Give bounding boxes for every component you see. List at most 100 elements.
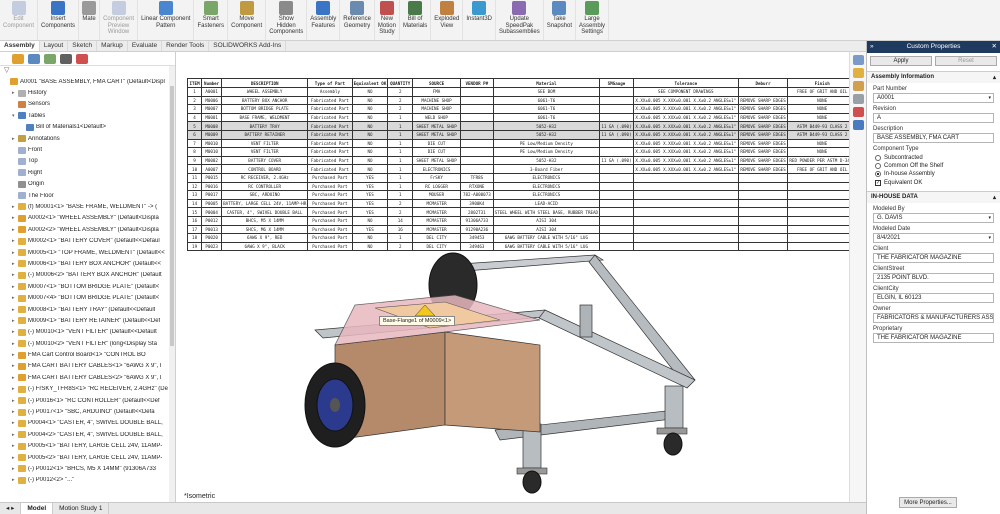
- tree-node[interactable]: Sensors: [4, 99, 175, 110]
- ribbon-button[interactable]: Reference Geometry: [340, 0, 375, 40]
- tree-node[interactable]: Bill of Materials1<Default>: [4, 122, 175, 133]
- proprietary-field[interactable]: THE FABRICATOR MAGAZINE: [873, 333, 994, 343]
- tree-node[interactable]: ▸ (f) M0001<1> "BASE FRAME, WELDMENT" -> …: [4, 201, 175, 212]
- client-city-field[interactable]: ELGIN, IL 60123: [873, 293, 994, 303]
- tree-node[interactable]: ▸ (-) P0012<1> "BHCS, M5 X 14MM" (91306A7…: [4, 463, 175, 474]
- collapse-icon[interactable]: ▴: [993, 74, 996, 81]
- bom-column-header[interactable]: Number: [201, 78, 223, 88]
- tree-node[interactable]: ▸ M0007<1> "BOTTOM BRIDGE PLATE" (Default…: [4, 281, 175, 292]
- table-row[interactable]: 2 M0006 BATTERY BOX ANCHOR Fabricated Part N…: [186, 95, 857, 106]
- bill-of-materials-table[interactable]: ITEM Number DESCRIPTION Type of Part Equival…: [186, 78, 857, 252]
- calendar-dropdown-icon[interactable]: ▾: [988, 234, 991, 242]
- tree-node[interactable]: ▸ FMA Cart Control Board<1> "CONTROL BO: [4, 349, 175, 360]
- radio-icon[interactable]: [875, 163, 881, 169]
- solidworks-resources-icon[interactable]: [852, 55, 864, 65]
- more-properties-button[interactable]: More Properties...: [899, 497, 957, 508]
- tree-node[interactable]: Top: [4, 156, 175, 167]
- tree-node[interactable]: ▸ P0005<2> "BATTERY, LARGE CELL 24V, 11AM…: [4, 452, 175, 463]
- tree-node[interactable]: Front: [4, 144, 175, 155]
- modeled-date-field[interactable]: 8/4/2021 ▾: [873, 233, 994, 243]
- radio-in-house-assembly[interactable]: In-house Assembly: [867, 169, 1000, 177]
- table-row[interactable]: 12 P0016 RC CONTROLLER Purchased Part YES 1 RC…: [186, 181, 857, 192]
- command-tab[interactable]: Evaluate: [128, 41, 163, 51]
- tree-node[interactable]: ▸ Annotations: [4, 133, 175, 144]
- checkbox-checked-icon[interactable]: ✓: [875, 180, 881, 186]
- table-row[interactable]: 18 P0020 6AWG X 9", RED Purchased Part NO 1 DE…: [186, 233, 857, 243]
- tree-node[interactable]: ▸ P0004<2> "CASTER, 4", SWIVEL DOUBLE BAL…: [4, 429, 175, 440]
- close-icon[interactable]: ✕: [992, 41, 997, 53]
- client-field[interactable]: THE FABRICATOR MAGAZINE: [873, 253, 994, 263]
- bom-column-header[interactable]: QUANTITY: [387, 78, 414, 88]
- tree-node[interactable]: A0001 "BASE ASSEMBLY, FMA CART" (Default…: [4, 76, 175, 87]
- table-row[interactable]: 1 A0001 WHEEL ASSEMBLY Assembly NO 2 FMA SEE BO…: [186, 87, 857, 97]
- tree-node[interactable]: ▸ P0005<1> "BATTERY, LARGE CELL 24V, 11AM…: [4, 441, 175, 452]
- ribbon-button[interactable]: Linear Component Pattern: [138, 0, 195, 40]
- table-row[interactable]: 6 M0009 BATTERY RETAINER Fabricated Part NO 1…: [186, 129, 857, 140]
- assembly-information-section[interactable]: Assembly Information ▴: [867, 71, 1000, 83]
- tree-node[interactable]: Origin: [4, 179, 175, 190]
- dimxpert-tab-icon[interactable]: [60, 54, 72, 64]
- ribbon-button[interactable]: Instant3D: [463, 0, 496, 40]
- table-row[interactable]: 5 M0008 BATTERY TRAY Fabricated Part NO 1 SHEE…: [186, 121, 857, 131]
- bom-column-header[interactable]: Finish: [787, 78, 857, 88]
- table-row[interactable]: 4 M0001 BASE FRAME, WELDMENT Fabricated Par…: [186, 112, 857, 123]
- table-row[interactable]: 11 P0015 RC RECEIVER, 2.4GHz Purchased Part…: [186, 172, 857, 183]
- bottom-tab[interactable]: Model: [21, 503, 54, 514]
- design-library-icon[interactable]: [852, 68, 864, 78]
- bom-column-header[interactable]: VENDOR P#: [460, 78, 494, 88]
- ribbon-button[interactable]: Edit Component: [0, 0, 39, 40]
- tree-node[interactable]: ▸ (-) P0016<1> "RC CONTROLLER" (Default<<…: [4, 395, 175, 406]
- command-tab[interactable]: Render Tools: [162, 41, 210, 51]
- tree-node[interactable]: ▾ Tables: [4, 110, 175, 121]
- ribbon-button[interactable]: Update SpeedPak Subassemblies: [496, 0, 544, 40]
- table-row[interactable]: 10 A0007 CONTROL BOARD Fabricated Part NO 1 EL…: [186, 164, 857, 174]
- tree-node[interactable]: ▸ A0002<1> "WHEEL ASSEMBLY" (Default<Disp…: [4, 213, 175, 224]
- tree-node[interactable]: ▸ M0007<4> "BOTTOM BRIDGE PLATE" (Default…: [4, 292, 175, 303]
- ribbon-button[interactable]: Exploded View: [431, 0, 464, 40]
- part-number-field[interactable]: A0001 ▾: [873, 93, 994, 103]
- appearances-icon[interactable]: [852, 107, 864, 117]
- command-tab[interactable]: Assembly: [0, 41, 40, 51]
- tree-filter-icon[interactable]: ▽: [0, 66, 175, 76]
- radio-selected-icon[interactable]: [875, 171, 881, 177]
- ribbon-button[interactable]: Take Snapshot: [544, 0, 577, 40]
- bom-column-header[interactable]: Tolerance: [632, 78, 739, 88]
- tree-node[interactable]: ▸ M0002<1> "BATTERY COVER" (Default<<Defa…: [4, 235, 175, 246]
- file-explorer-icon[interactable]: [852, 81, 864, 91]
- bom-column-header[interactable]: Material: [492, 78, 601, 88]
- property-manager-tab-icon[interactable]: [28, 54, 40, 64]
- graphics-area[interactable]: ITEM Number DESCRIPTION Type of Part Equival…: [177, 52, 866, 502]
- modeled-by-field[interactable]: G. DAVIS ▾: [873, 213, 994, 223]
- tree-node[interactable]: ▸ (-) P0012<2> "...": [4, 475, 175, 486]
- bom-column-header[interactable]: Type of Part: [307, 78, 353, 88]
- display-manager-tab-icon[interactable]: [76, 54, 88, 64]
- client-street-field[interactable]: 2135 POINT BLVD.: [873, 273, 994, 283]
- revision-field[interactable]: A: [873, 113, 994, 123]
- command-tab[interactable]: Sketch: [68, 41, 98, 51]
- bottom-tab[interactable]: Motion Study 1: [53, 503, 110, 514]
- tree-node[interactable]: ▸ (-) M0010<1> "VENT FILTER" (Default<<De…: [4, 327, 175, 338]
- ribbon-button[interactable]: New Motion Study: [375, 0, 400, 40]
- bom-column-header[interactable]: SMGauge: [599, 78, 634, 88]
- table-row[interactable]: 15 P0004 CASTER, 4", SWIVEL DOUBLE BALL Pur…: [186, 207, 857, 217]
- tree-node[interactable]: ▸ (-) P0017<1> "SBC, ARDUINO" (Default<<D…: [4, 406, 175, 417]
- in-house-data-section[interactable]: IN-HOUSE DATA ▴: [867, 191, 1000, 203]
- tree-node[interactable]: Right: [4, 167, 175, 178]
- ribbon-button[interactable]: Bill of Materials: [400, 0, 432, 40]
- tree-node[interactable]: ▸ M0008<1> "BATTERY TRAY" (Default<<Defau…: [4, 304, 175, 315]
- apply-button[interactable]: Apply: [870, 56, 932, 66]
- table-row[interactable]: 8 M0010 VENT FILTER Fabricated Part NO 1 DIE C…: [186, 147, 857, 157]
- ribbon-button[interactable]: Move Component: [228, 0, 267, 40]
- table-row[interactable]: 3 M0007 BOTTOM BRIDGE PLATE Fabricated Part…: [186, 104, 857, 114]
- tree-node[interactable]: ▸ FMA CART BATTERY CABLES<1> "6AWG X 9", …: [4, 361, 175, 372]
- equivalent-ok-checkbox[interactable]: ✓ Equivalent OK: [867, 177, 1000, 189]
- tree-node[interactable]: ▸ A0002<2> "WHEEL ASSEMBLY" (Default<Disp…: [4, 224, 175, 235]
- command-tab[interactable]: SOLIDWORKS Add-Ins: [209, 41, 287, 51]
- ribbon-button[interactable]: Smart Fasteners: [194, 0, 229, 40]
- table-row[interactable]: 9 M0002 BATTERY COVER Fabricated Part NO 1 SHE…: [186, 155, 857, 166]
- scrollbar-thumb[interactable]: [170, 86, 174, 346]
- tree-node[interactable]: ▸ History: [4, 87, 175, 98]
- radio-subcontracted[interactable]: Subcontracted: [867, 153, 1000, 161]
- bom-column-header[interactable]: Equivalent OK: [351, 78, 389, 88]
- bom-column-header[interactable]: Deburr: [737, 78, 789, 88]
